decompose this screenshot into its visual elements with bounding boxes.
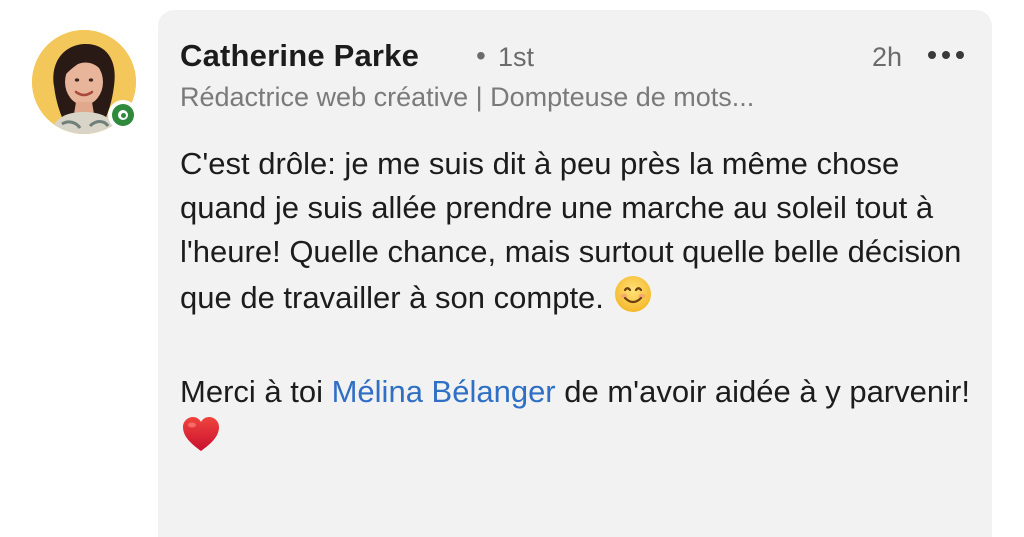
connection-degree: 1st xyxy=(498,42,535,72)
more-horizontal-icon xyxy=(928,51,936,59)
red-heart-icon xyxy=(180,414,222,466)
comment-paragraph: C'est drôle: je me suis dit à peu près l… xyxy=(180,142,970,326)
comment-text-2-before: Merci à toi xyxy=(180,374,332,409)
comment-text-1: C'est drôle: je me suis dit à peu près l… xyxy=(180,146,962,315)
online-status-badge xyxy=(108,100,138,130)
author-headline: Rédactrice web créative | Dompteuse de m… xyxy=(180,82,755,112)
comment-bubble: Catherine Parke • 1st 2h Rédactrice web … xyxy=(158,10,992,537)
comment-item: Catherine Parke • 1st 2h Rédactrice web … xyxy=(0,0,1024,537)
comment-timestamp: 2h xyxy=(871,42,902,72)
connection-separator: • xyxy=(476,40,486,71)
more-options-button[interactable] xyxy=(928,48,964,62)
status-dot-icon xyxy=(112,104,134,126)
author-name[interactable]: Catherine Parke xyxy=(180,38,419,74)
comment-paragraph: Merci à toi Mélina Bélanger de m'avoir a… xyxy=(180,370,970,466)
comment-header: Catherine Parke • 1st 2h xyxy=(180,38,964,78)
smiling-face-icon xyxy=(613,274,653,326)
comment-text-2-after: de m'avoir aidée à y parvenir! xyxy=(555,374,970,409)
comment-body: C'est drôle: je me suis dit à peu près l… xyxy=(180,142,970,466)
mention-link[interactable]: Mélina Bélanger xyxy=(332,374,556,409)
author-avatar[interactable] xyxy=(32,30,138,134)
